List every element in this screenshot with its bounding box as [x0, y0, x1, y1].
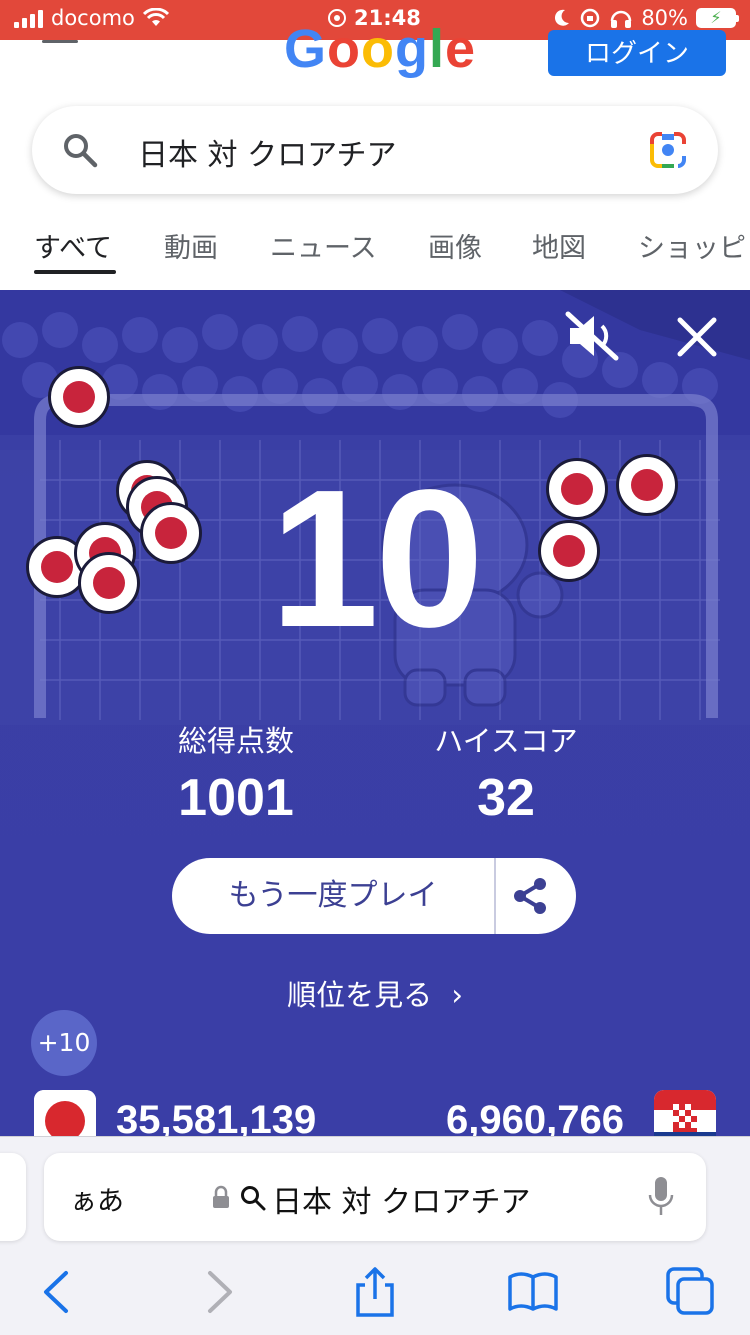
- tab-all[interactable]: すべて: [34, 226, 112, 265]
- croatia-votes: 6,960,766: [446, 1098, 624, 1136]
- search-icon: [241, 1186, 266, 1211]
- wifi-icon: [142, 8, 169, 26]
- address-bar[interactable]: ぁあ 日本 対 クロアチア: [44, 1153, 706, 1241]
- search-bar[interactable]: 日本 対 クロアチア: [32, 106, 718, 194]
- chevron-right-icon: ›: [451, 978, 463, 1012]
- points-badge: +10: [31, 1010, 97, 1076]
- carrier-name: docomo: [51, 6, 135, 30]
- penalty-game[interactable]: 10 総得点数 1001 ハイスコア 32 もう一度プレイ 順位を見る › +1…: [0, 290, 750, 1136]
- menu-icon[interactable]: [42, 40, 78, 56]
- back-icon[interactable]: [30, 1265, 84, 1319]
- play-again-group: もう一度プレイ: [172, 858, 576, 934]
- mute-icon[interactable]: [562, 308, 622, 364]
- high-score-label: ハイスコア: [434, 724, 578, 758]
- japan-votes: 35,581,139: [116, 1098, 317, 1136]
- tab-images[interactable]: 画像: [428, 226, 482, 265]
- search-query[interactable]: 日本 対 クロアチア: [138, 130, 396, 174]
- search-tabs: すべて 動画 ニュース 画像 地図 ショッピ: [0, 222, 750, 276]
- share-icon[interactable]: [348, 1265, 402, 1319]
- share-icon[interactable]: [508, 874, 552, 918]
- tab-maps[interactable]: 地図: [532, 226, 586, 265]
- cellular-signal-icon: [14, 8, 43, 28]
- moon-icon: [555, 9, 570, 26]
- play-again-button[interactable]: もう一度プレイ: [172, 858, 494, 934]
- view-ranking-label: 順位を見る: [287, 978, 433, 1012]
- current-score: 10: [269, 449, 484, 668]
- google-lens-icon[interactable]: [648, 130, 688, 170]
- forward-icon[interactable]: [192, 1265, 246, 1319]
- google-logo[interactable]: Google: [284, 18, 476, 80]
- login-button[interactable]: ログイン: [548, 30, 726, 76]
- lock-icon: [213, 1185, 229, 1208]
- total-score-label: 総得点数: [177, 724, 294, 758]
- tabs-icon[interactable]: [664, 1265, 718, 1319]
- tab-news[interactable]: ニュース: [270, 226, 377, 265]
- high-score-value: 32: [477, 769, 535, 827]
- tab-shopping[interactable]: ショッピ: [638, 226, 746, 265]
- microphone-icon[interactable]: [648, 1175, 674, 1219]
- close-icon[interactable]: [672, 312, 722, 362]
- active-tab-indicator: [34, 270, 116, 274]
- croatia-flag-icon: [654, 1090, 716, 1136]
- rotation-lock-icon: [581, 8, 600, 28]
- ball: [48, 366, 110, 428]
- safari-toolbar: ぁあ 日本 対 クロアチア: [0, 1136, 750, 1335]
- divider: [494, 858, 496, 934]
- headphones-icon: [611, 10, 632, 28]
- bookmarks-icon[interactable]: [506, 1265, 560, 1319]
- view-ranking-link[interactable]: 順位を見る ›: [0, 972, 750, 1014]
- tab-videos[interactable]: 動画: [164, 226, 218, 265]
- search-icon[interactable]: [62, 132, 98, 168]
- page-settings-button[interactable]: ぁあ: [70, 1179, 124, 1218]
- total-score-value: 1001: [178, 769, 294, 827]
- previous-tab-card[interactable]: [0, 1153, 26, 1241]
- japan-flag-icon: [34, 1090, 96, 1136]
- address-text[interactable]: 日本 対 クロアチア: [272, 1177, 530, 1221]
- battery-charging-icon: ⚡: [696, 8, 739, 28]
- google-header: Google ログイン: [0, 19, 750, 100]
- battery-percentage: 80%: [641, 6, 688, 30]
